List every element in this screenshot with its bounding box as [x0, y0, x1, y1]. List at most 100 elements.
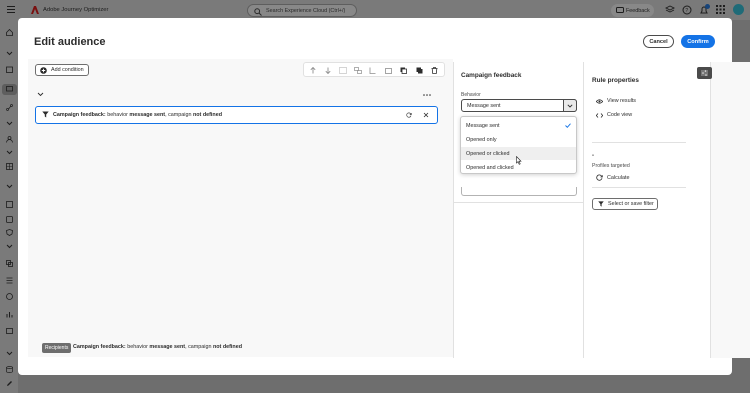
settings-circle-icon[interactable] — [6, 293, 13, 300]
behavior-value: Message sent — [467, 103, 501, 109]
list-icon[interactable] — [6, 277, 13, 284]
layers-icon[interactable] — [6, 260, 13, 267]
behavior-select[interactable]: Message sent — [461, 99, 577, 112]
fragments-icon[interactable] — [6, 216, 13, 223]
chevron-down-icon[interactable] — [37, 92, 44, 97]
archive-icon[interactable] — [6, 327, 13, 334]
more-icon[interactable] — [423, 94, 431, 96]
chevron-down-icon[interactable] — [6, 51, 13, 56]
chevron-down-icon — [567, 103, 573, 108]
edit-icon[interactable] — [6, 380, 13, 387]
recipients-tag: Recipients — [42, 343, 72, 353]
add-condition-button[interactable]: Add condition — [35, 64, 89, 76]
journey-icon[interactable] — [6, 104, 13, 111]
properties-toggle-button[interactable] — [697, 67, 712, 79]
close-icon[interactable] — [423, 112, 429, 118]
behavior-dropdown-toggle[interactable] — [563, 99, 577, 112]
campaign-feedback-panel: Campaign feedback Behavior Message sent — [453, 62, 585, 358]
refresh-icon — [596, 174, 603, 181]
calendar-icon[interactable] — [6, 66, 13, 73]
eye-icon — [596, 98, 603, 104]
campaign-select-partial[interactable] — [461, 187, 577, 196]
condition-row[interactable]: Campaign feedback: behavior message sent… — [35, 106, 438, 124]
shield-icon[interactable] — [6, 229, 13, 236]
search-icon — [254, 7, 262, 16]
edit-audience-dialog: Edit audience Cancel Confirm Add conditi… — [18, 18, 750, 375]
code-icon — [596, 112, 603, 118]
archive-icon[interactable] — [385, 67, 392, 74]
rule-canvas: Add condition Campaign feedback: behavio… — [28, 59, 453, 357]
messages-icon[interactable] — [6, 86, 13, 93]
behavior-option-label: Opened or clicked — [466, 151, 510, 157]
help-icon[interactable]: ? — [682, 5, 692, 15]
condition-group: Campaign feedback: behavior message sent… — [35, 89, 439, 129]
divider — [454, 202, 585, 203]
adobe-logo-icon — [31, 6, 39, 14]
filter-icon — [42, 111, 49, 118]
feedback-icon — [616, 7, 624, 13]
properties-toggle-strip — [710, 62, 750, 358]
behavior-dropdown-menu: Message sent Opened only Opened or click… — [460, 116, 577, 174]
person-icon[interactable] — [6, 136, 13, 143]
divider — [592, 142, 686, 143]
add-condition-label: Add condition — [51, 67, 84, 73]
add-circle-icon — [40, 66, 47, 74]
behavior-option[interactable]: Opened only — [461, 133, 576, 146]
database-icon[interactable] — [6, 366, 13, 373]
view-results-button[interactable]: View results — [596, 98, 636, 104]
calculate-button[interactable]: Calculate — [596, 174, 629, 181]
home-icon[interactable] — [6, 29, 13, 36]
view-results-label: View results — [607, 98, 636, 104]
rule-toolbar — [303, 62, 445, 77]
move-up-icon[interactable] — [310, 67, 316, 74]
profiles-targeted-label: Profiles targeted — [592, 163, 630, 169]
behavior-option[interactable]: Message sent — [461, 119, 576, 132]
chevron-down-icon[interactable] — [6, 150, 13, 155]
move-down-icon[interactable] — [325, 67, 331, 74]
code-view-label: Code view — [607, 112, 633, 118]
table-icon[interactable] — [6, 163, 13, 170]
delete-icon[interactable] — [431, 67, 438, 74]
feedback-label: Feedback — [626, 7, 650, 14]
copy-icon[interactable] — [416, 67, 423, 74]
chevron-down-icon[interactable] — [6, 244, 13, 249]
confirm-button[interactable]: Confirm — [681, 35, 715, 48]
chart-icon[interactable] — [6, 311, 13, 318]
behavior-label: Behavior — [461, 92, 481, 98]
divider — [592, 187, 686, 188]
sliders-icon — [701, 70, 708, 76]
summary-text: Campaign feedback: behavior message sent… — [73, 344, 243, 350]
chevron-down-icon[interactable] — [6, 351, 13, 356]
avatar[interactable] — [733, 4, 744, 15]
checkmark-icon — [565, 123, 571, 128]
menu-icon[interactable] — [7, 6, 15, 13]
chevron-down-icon[interactable] — [6, 121, 13, 126]
library-icon[interactable] — [6, 201, 13, 208]
mouse-cursor-icon — [516, 156, 522, 165]
apps-switch-icon[interactable] — [665, 5, 675, 15]
refresh-icon[interactable] — [406, 112, 412, 118]
branch-icon[interactable] — [369, 67, 376, 74]
left-rail — [0, 20, 18, 393]
chevron-down-icon[interactable] — [6, 184, 13, 189]
notification-badge — [705, 4, 710, 9]
panel-title: Campaign feedback — [461, 72, 522, 79]
dialog-title: Edit audience — [34, 36, 106, 48]
apps-grid-icon[interactable] — [716, 5, 725, 14]
group-icon[interactable] — [339, 67, 347, 74]
global-search-input[interactable]: Search Experience Cloud (Ctrl+/) — [247, 4, 357, 17]
calculate-label: Calculate — [607, 174, 630, 181]
behavior-option-label: Message sent — [466, 123, 500, 129]
select-or-save-filter-label: Select or save filter — [608, 201, 654, 207]
filter-icon — [598, 201, 604, 207]
duplicate-icon[interactable] — [400, 67, 407, 74]
code-view-button[interactable]: Code view — [596, 112, 632, 118]
rule-properties-title: Rule properties — [592, 77, 639, 84]
cancel-button[interactable]: Cancel — [643, 35, 674, 48]
svg-text:?: ? — [685, 8, 688, 14]
feedback-button[interactable]: Feedback — [611, 4, 654, 17]
profile-count: - — [592, 153, 594, 159]
select-or-save-filter-button[interactable]: Select or save filter — [592, 198, 658, 210]
app-title: Adobe Journey Optimizer — [43, 7, 109, 13]
ungroup-icon[interactable] — [354, 67, 362, 74]
